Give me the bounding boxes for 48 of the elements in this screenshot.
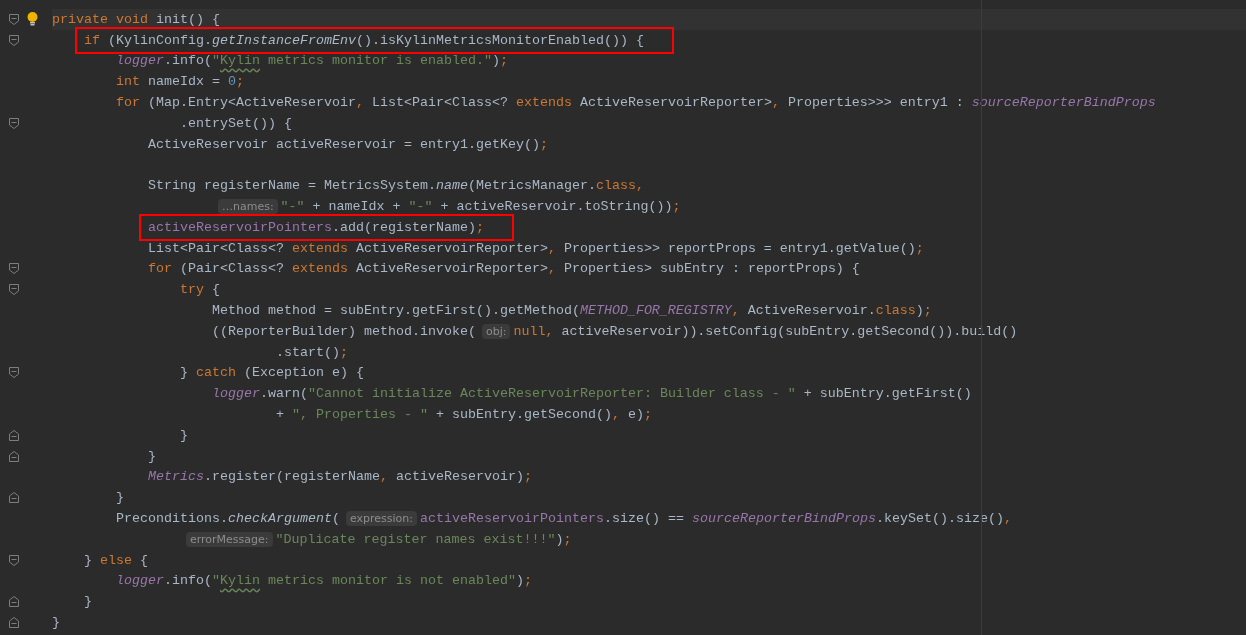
- code-text: "Duplicate register names exist!!!");: [275, 531, 572, 547]
- code-text: Method method = subEntry.getFirst().getMethod(METHOD_FOR_REGISTRY, ActiveReservoir.class);: [211, 303, 932, 319]
- code-text: for (Pair<Class<? extends ActiveReservoirReporter>, Properties> subEntry : reportProps) {: [148, 261, 860, 277]
- code-text: activeReservoirPointers.add(registerName);: [148, 219, 484, 235]
- code-text: } else {: [84, 552, 148, 568]
- fold-icon[interactable]: [9, 429, 19, 441]
- code-text: }: [148, 448, 156, 464]
- code-text: if (KylinConfig.getInstanceFromEnv().isKylinMetricsMonitorEnabled()) {: [84, 32, 644, 48]
- code-text: }: [180, 427, 188, 443]
- code-text: activeReservoirPointers.size() == sourceReporterBindProps.keySet().size(),: [420, 511, 1012, 526]
- code-text: logger.warn("Cannot initialize ActiveReservoirReporter: Builder class - " + subEntry.getFirst(): [211, 386, 972, 402]
- code-text: "-" + nameIdx + "-" + activeReservoir.toString());: [280, 199, 681, 215]
- code-text: Metrics.register(registerName, activeReservoir);: [148, 469, 532, 485]
- fold-icon[interactable]: [9, 13, 19, 25]
- code-text: }: [116, 490, 124, 506]
- code-text: ((ReporterBuilder) method.invoke(: [211, 323, 476, 339]
- code-text: + ", Properties - " + subEntry.getSecond(), e);: [275, 407, 652, 423]
- parameter-hint: errorMessage:: [186, 531, 273, 547]
- code-text: private void init() {: [52, 11, 220, 27]
- fold-icon[interactable]: [9, 34, 19, 46]
- code-text: for (Map.Entry<ActiveReservoir, List<Pair<Class<? extends ActiveReservoirReporter>, Properties>>> entry1 : sourceReporterBindProps: [116, 95, 1156, 111]
- code-text: } catch (Exception e) {: [180, 365, 364, 381]
- parameter-hint: expression:: [345, 511, 417, 526]
- code-text: String registerName = MetricsSystem.name(MetricsManager.class,: [148, 178, 644, 194]
- code-text: Preconditions.checkArgument(: [116, 511, 340, 526]
- parameter-hint: obj:: [481, 323, 511, 339]
- code-text: logger.info("Kylin metrics monitor is not enabled");: [116, 573, 532, 589]
- code-text: }: [84, 594, 92, 610]
- code-text: try {: [180, 282, 220, 298]
- fold-icon[interactable]: [9, 492, 19, 504]
- code-text: logger.info("Kylin metrics monitor is enabled.");: [116, 53, 508, 69]
- code-text: int nameIdx = 0;: [116, 74, 244, 90]
- lightbulb-icon[interactable]: [27, 12, 38, 27]
- code-text: .start();: [275, 344, 348, 360]
- code-text: .entrySet()) {: [180, 115, 292, 131]
- fold-icon[interactable]: [9, 263, 19, 275]
- fold-icon[interactable]: [9, 117, 19, 129]
- fold-icon[interactable]: [9, 596, 19, 608]
- code-text: }: [52, 615, 60, 630]
- fold-icon[interactable]: [9, 554, 19, 566]
- code-text: ActiveReservoir activeReservoir = entry1.getKey();: [148, 136, 548, 152]
- fold-icon[interactable]: [9, 284, 19, 296]
- parameter-hint: …names:: [217, 199, 278, 215]
- fold-icon[interactable]: [9, 450, 19, 462]
- code-text: null, activeReservoir)).setConfig(subEntry.getSecond()).build(): [513, 323, 1018, 339]
- fold-icon[interactable]: [9, 367, 19, 379]
- code-text: List<Pair<Class<? extends ActiveReservoirReporter>, Properties>> reportProps = entry1.getValue();: [148, 240, 924, 256]
- fold-icon[interactable]: [9, 617, 19, 628]
